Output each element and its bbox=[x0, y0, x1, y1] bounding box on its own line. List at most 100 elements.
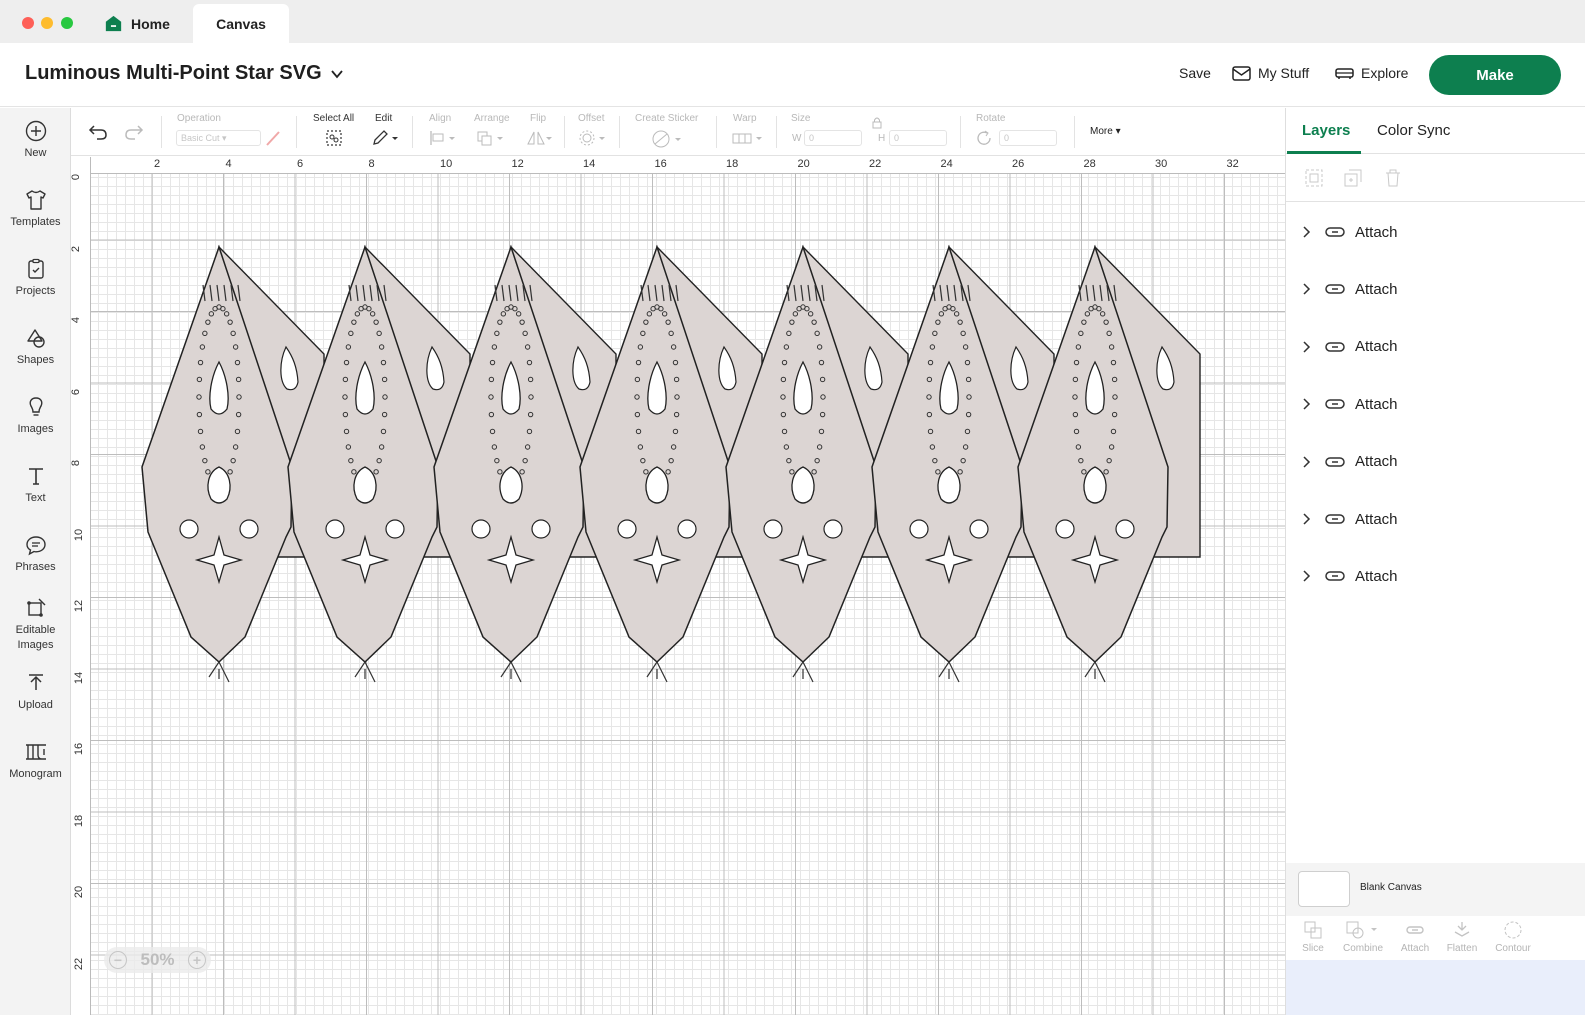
project-header: Luminous Multi-Point Star SVG Save My St… bbox=[0, 43, 1585, 107]
left-tool-rail: New Templates Projects Shapes Images Tex… bbox=[0, 108, 71, 1015]
more-label: More bbox=[1090, 126, 1113, 137]
design-canvas[interactable]: 2 4 6 8 10 12 14 16 18 20 22 24 26 28 30 32 0 2 4 6 8 10 12 14… bbox=[71, 157, 1285, 1015]
chevron-right-icon[interactable] bbox=[1303, 341, 1311, 353]
layer-row[interactable]: Attach bbox=[1286, 269, 1585, 309]
rail-item-monogram[interactable]: Monogram bbox=[0, 741, 71, 782]
contour-label: Contour bbox=[1495, 943, 1531, 954]
rail-item-templates[interactable]: Templates bbox=[0, 189, 71, 230]
toolbar-separator bbox=[1074, 116, 1075, 148]
combine-button[interactable]: Combine bbox=[1338, 916, 1388, 954]
chevron-right-icon[interactable] bbox=[1303, 570, 1311, 582]
rotate-icon[interactable] bbox=[976, 130, 994, 146]
warp-icon[interactable] bbox=[731, 130, 765, 146]
select-all-label: Select All bbox=[313, 113, 355, 124]
layer-row[interactable]: Attach bbox=[1286, 556, 1585, 596]
attach-button[interactable]: Attach bbox=[1390, 916, 1440, 954]
rail-item-editable-images[interactable]: Editable Images bbox=[0, 597, 71, 653]
ruler-top-label: 20 bbox=[797, 158, 810, 170]
trash-icon[interactable] bbox=[1383, 168, 1403, 188]
rail-item-upload[interactable]: Upload bbox=[0, 672, 71, 713]
flatten-label: Flatten bbox=[1446, 943, 1478, 954]
rail-item-phrases[interactable]: Phrases bbox=[0, 534, 71, 575]
rail-item-new[interactable]: New bbox=[0, 120, 71, 161]
explore-button[interactable]: Explore bbox=[1335, 65, 1408, 81]
duplicate-icon[interactable] bbox=[1343, 168, 1363, 188]
pen-color-icon[interactable] bbox=[264, 129, 282, 147]
offset-icon[interactable] bbox=[578, 130, 608, 146]
ruler-top-label: 16 bbox=[654, 158, 667, 170]
ruler-top-label: 22 bbox=[869, 158, 882, 170]
layer-label: Attach bbox=[1355, 223, 1398, 241]
rail-item-images[interactable]: Images bbox=[0, 396, 71, 437]
rotate-value: 0 bbox=[1004, 133, 1010, 143]
chevron-right-icon[interactable] bbox=[1303, 226, 1311, 238]
chevron-right-icon[interactable] bbox=[1303, 398, 1311, 410]
pattern-circle bbox=[179, 519, 199, 539]
zoom-out-button[interactable]: − bbox=[109, 951, 127, 969]
layer-label: Attach bbox=[1355, 280, 1398, 298]
contour-button[interactable]: Contour bbox=[1488, 916, 1538, 954]
flatten-button[interactable]: Flatten bbox=[1437, 916, 1487, 954]
undo-icon[interactable] bbox=[88, 124, 108, 140]
ruler-left-label: 6 bbox=[71, 388, 83, 395]
align-icon[interactable] bbox=[429, 130, 457, 146]
save-button[interactable]: Save bbox=[1179, 65, 1211, 81]
inbox-icon bbox=[1232, 65, 1251, 81]
pattern-circle bbox=[617, 519, 637, 539]
redo-icon[interactable] bbox=[124, 124, 144, 140]
tab-color-sync[interactable]: Color Sync bbox=[1377, 122, 1450, 139]
attach-icon bbox=[1325, 456, 1345, 467]
my-stuff-label: My Stuff bbox=[1258, 65, 1310, 81]
zoom-in-button[interactable]: + bbox=[188, 951, 206, 969]
height-input[interactable]: 0 bbox=[889, 130, 947, 146]
tab-home[interactable]: Home bbox=[105, 4, 195, 43]
rotate-input[interactable]: 0 bbox=[999, 130, 1057, 146]
width-input[interactable]: 0 bbox=[804, 130, 862, 146]
arrange-icon[interactable] bbox=[476, 130, 506, 146]
layer-row[interactable]: Attach bbox=[1286, 327, 1585, 367]
star-panels-design[interactable] bbox=[71, 157, 1285, 1015]
more-menu-button[interactable]: More ▾ bbox=[1090, 126, 1121, 137]
rail-item-projects[interactable]: Projects bbox=[0, 258, 71, 299]
rail-label: Editable Images bbox=[15, 624, 56, 651]
my-stuff-button[interactable]: My Stuff bbox=[1232, 65, 1309, 81]
chevron-right-icon[interactable] bbox=[1303, 283, 1311, 295]
layer-row[interactable]: Attach bbox=[1286, 212, 1585, 252]
ruler-top-label: 8 bbox=[368, 158, 375, 170]
select-all-icon[interactable] bbox=[325, 129, 343, 147]
zoom-window-button[interactable] bbox=[61, 17, 73, 29]
tab-layers[interactable]: Layers bbox=[1302, 122, 1350, 139]
flip-icon[interactable] bbox=[526, 130, 554, 146]
lock-icon[interactable] bbox=[871, 116, 883, 129]
tab-canvas-label: Canvas bbox=[216, 15, 266, 32]
ruler-left-label: 2 bbox=[71, 245, 83, 252]
pattern-tick bbox=[792, 661, 814, 683]
group-icon[interactable] bbox=[1304, 168, 1324, 188]
rail-label: Monogram bbox=[9, 768, 62, 780]
close-window-button[interactable] bbox=[22, 17, 34, 29]
minimize-window-button[interactable] bbox=[41, 17, 53, 29]
pattern-tick bbox=[354, 661, 376, 683]
rail-item-text[interactable]: Text bbox=[0, 465, 71, 506]
pattern-circle bbox=[909, 519, 929, 539]
rail-label: Templates bbox=[10, 216, 61, 228]
operation-select[interactable]: Basic Cut ▾ bbox=[176, 130, 261, 146]
pattern-circle bbox=[325, 519, 345, 539]
layer-row[interactable]: Attach bbox=[1286, 384, 1585, 424]
rail-item-shapes[interactable]: Shapes bbox=[0, 327, 71, 368]
attach-icon bbox=[1325, 399, 1345, 409]
layer-row[interactable]: Attach bbox=[1286, 499, 1585, 539]
slice-button[interactable]: Slice bbox=[1288, 916, 1338, 954]
edit-pencil-icon[interactable] bbox=[371, 129, 399, 147]
project-title-dropdown[interactable]: Luminous Multi-Point Star SVG bbox=[25, 62, 344, 85]
chevron-right-icon[interactable] bbox=[1303, 513, 1311, 525]
tab-canvas[interactable]: Canvas bbox=[193, 4, 289, 43]
chevron-right-icon[interactable] bbox=[1303, 456, 1311, 468]
make-button[interactable]: Make bbox=[1429, 55, 1561, 95]
layer-row[interactable]: Attach bbox=[1286, 442, 1585, 482]
star-panel[interactable] bbox=[1017, 244, 1201, 683]
ruler-top: 2 4 6 8 10 12 14 16 18 20 22 24 26 28 30 32 bbox=[71, 157, 1285, 174]
sticker-icon[interactable] bbox=[651, 130, 685, 148]
ruler-left-label: 16 bbox=[73, 742, 86, 756]
blank-canvas-row[interactable]: Blank Canvas bbox=[1286, 863, 1585, 916]
